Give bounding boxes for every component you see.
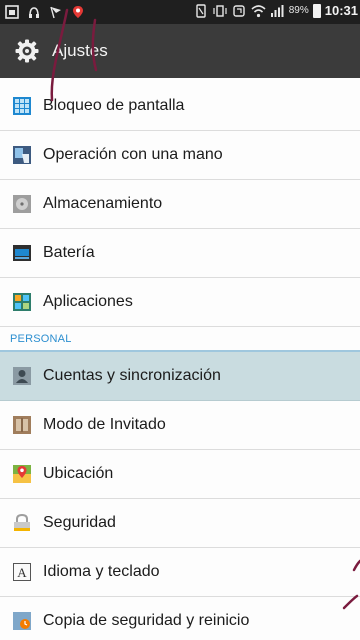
setting-label: Copia de seguridad y reinicio bbox=[43, 612, 250, 629]
screen-lock-icon bbox=[12, 96, 32, 116]
setting-location[interactable]: Ubicación bbox=[0, 450, 360, 499]
setting-accounts-sync[interactable]: Cuentas y sincronización bbox=[0, 352, 360, 401]
section-header-personal: PERSONAL bbox=[0, 327, 360, 352]
setting-label: Bloqueo de pantalla bbox=[43, 97, 185, 114]
flag-notification-icon bbox=[48, 4, 63, 19]
setting-battery[interactable]: Batería bbox=[0, 229, 360, 278]
setting-screen-lock[interactable]: Bloqueo de pantalla bbox=[0, 82, 360, 131]
one-hand-icon bbox=[12, 145, 32, 165]
nfc-icon bbox=[194, 3, 209, 18]
setting-apps[interactable]: Aplicaciones bbox=[0, 278, 360, 327]
setting-label: Almacenamiento bbox=[43, 195, 163, 212]
wifi-icon bbox=[251, 3, 266, 18]
guest-mode-icon bbox=[12, 415, 32, 435]
battery-percent: 89% bbox=[288, 5, 309, 16]
setting-language-keyboard[interactable]: A Idioma y teclado bbox=[0, 548, 360, 597]
setting-label: Seguridad bbox=[43, 514, 116, 531]
setting-label: Aplicaciones bbox=[43, 293, 133, 310]
apps-icon bbox=[12, 292, 32, 312]
vibrate-icon bbox=[213, 3, 228, 18]
svg-text:A: A bbox=[17, 565, 27, 580]
map-pin-notification-icon bbox=[70, 4, 85, 19]
setting-security[interactable]: Seguridad bbox=[0, 499, 360, 548]
clock: 10:31 bbox=[324, 3, 358, 18]
notification-icons bbox=[4, 4, 85, 19]
signal-icon bbox=[270, 3, 285, 18]
accounts-icon bbox=[12, 366, 32, 386]
location-icon bbox=[12, 464, 32, 484]
battery-icon bbox=[312, 3, 321, 18]
setting-guest-mode[interactable]: Modo de Invitado bbox=[0, 401, 360, 450]
settings-gear-icon[interactable] bbox=[14, 38, 40, 64]
setting-one-hand[interactable]: Operación con una mano bbox=[0, 131, 360, 180]
system-icons: 89% 10:31 bbox=[194, 3, 358, 18]
setting-label: Operación con una mano bbox=[43, 146, 223, 163]
language-icon: A bbox=[12, 562, 32, 582]
setting-storage[interactable]: Almacenamiento bbox=[0, 180, 360, 229]
security-icon bbox=[12, 513, 32, 533]
storage-icon bbox=[12, 194, 32, 214]
title-bar: Ajustes bbox=[0, 24, 360, 78]
setting-label: Batería bbox=[43, 244, 95, 261]
status-bar: 89% 10:31 bbox=[0, 0, 360, 24]
setting-backup-reset[interactable]: Copia de seguridad y reinicio bbox=[0, 597, 360, 640]
backup-icon bbox=[12, 611, 32, 631]
setting-label: Cuentas y sincronización bbox=[43, 367, 221, 384]
setting-label: Idioma y teclado bbox=[43, 563, 160, 580]
headset-notification-icon bbox=[26, 4, 41, 19]
setting-label: Modo de Invitado bbox=[43, 416, 166, 433]
gallery-notification-icon bbox=[4, 4, 19, 19]
settings-list: Bloqueo de pantalla Operación con una ma… bbox=[0, 82, 360, 640]
battery-icon bbox=[12, 243, 32, 263]
sync-icon bbox=[232, 3, 247, 18]
page-title: Ajustes bbox=[52, 41, 108, 60]
setting-label: Ubicación bbox=[43, 465, 114, 482]
